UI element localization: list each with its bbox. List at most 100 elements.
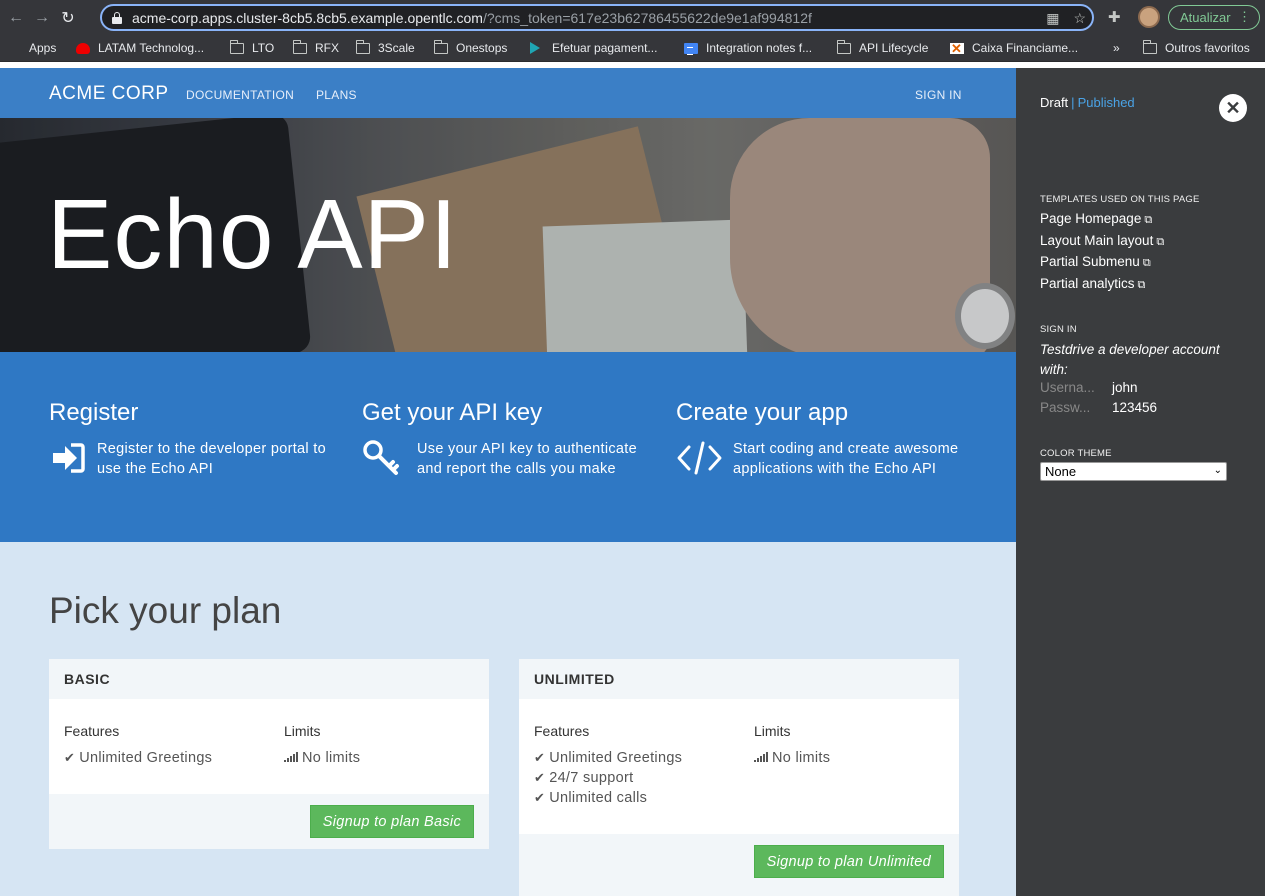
feature-item: ✔ Unlimited Greetings [64, 750, 213, 766]
step-text: Use your API key to authenticate and rep… [417, 441, 637, 477]
bookmarks-more-button[interactable]: » [1113, 41, 1120, 55]
external-link-icon: ⧉ [1156, 236, 1165, 248]
features-label: Features [534, 723, 590, 739]
update-button[interactable]: Atualizar ⋮ [1168, 5, 1260, 30]
site-navbar: ACME CORP DOCUMENTATION PLANS SIGN IN [0, 68, 1016, 118]
folder-icon [355, 39, 370, 54]
doc-icon [684, 42, 698, 55]
redhat-icon [76, 42, 90, 54]
published-link[interactable]: Published [1078, 95, 1135, 110]
external-link-icon: ⧉ [1137, 279, 1146, 291]
step-text: Start coding and create awesome applicat… [733, 441, 959, 477]
bookmark-caixa[interactable]: Caixa Financiame... [950, 41, 1079, 57]
more-label: » [1113, 41, 1120, 55]
bookmark-api-lifecycle[interactable]: API Lifecycle [836, 39, 929, 55]
folder-icon [292, 39, 307, 54]
bookmark-label: Caixa Financiame... [972, 41, 1079, 55]
template-link-main-layout[interactable]: Layout Main layout ⧉ [1040, 233, 1164, 249]
bookmark-lto[interactable]: LTO [229, 39, 274, 55]
color-theme-heading: COLOR THEME [1040, 448, 1112, 459]
getting-started-steps: Register Register to the developer porta… [0, 352, 1016, 542]
username-label: Userna... [1040, 380, 1095, 395]
reload-icon[interactable]: ↻ [57, 7, 79, 29]
step-register: Register Register to the developer porta… [49, 399, 339, 479]
developer-portal-page: ACME CORP DOCUMENTATION PLANS SIGN IN Ec… [0, 68, 1016, 896]
bookmarks-bar: Apps LATAM Technolog... LTO RFX 3Scale O… [0, 35, 1265, 62]
address-bar[interactable]: acme-corp.apps.cluster-8cb5.8cb5.example… [100, 4, 1094, 31]
bookmark-3scale[interactable]: 3Scale [355, 39, 415, 55]
bookmark-label: Onestops [456, 41, 508, 55]
folder-icon [229, 39, 244, 54]
template-link-analytics[interactable]: Partial analytics ⧉ [1040, 276, 1145, 292]
url-query: /?cms_token=617e23b62786455622de9e1af994… [482, 9, 812, 26]
templates-heading: TEMPLATES USED ON THIS PAGE [1040, 194, 1200, 205]
sign-in-icon [53, 443, 85, 473]
nav-link-documentation[interactable]: DOCUMENTATION [186, 88, 294, 102]
limits-label: Limits [284, 723, 321, 739]
bookmark-label: 3Scale [378, 41, 415, 55]
extensions-puzzle-icon[interactable]: ✚ [1108, 8, 1121, 26]
check-icon: ✔ [534, 790, 546, 805]
chevron-down-icon: ⌄ [1213, 465, 1222, 476]
color-theme-select[interactable]: None ⌄ [1040, 462, 1227, 481]
back-arrow-icon[interactable]: ← [5, 7, 27, 29]
more-vert-icon[interactable]: ⋮ [1238, 9, 1251, 25]
play-icon [530, 42, 544, 54]
signal-bars-icon [284, 752, 298, 762]
step-create-app: Create your app Start coding and create … [676, 399, 966, 479]
external-link-icon: ⧉ [1142, 257, 1151, 269]
url-host: acme-corp.apps.cluster-8cb5.8cb5.example… [132, 9, 483, 26]
password-row: Passw... 123456 [1040, 400, 1157, 415]
qr-code-icon[interactable]: ▦ [1046, 10, 1059, 27]
bookmark-latam[interactable]: LATAM Technolog... [76, 41, 204, 55]
caixa-icon [950, 41, 964, 57]
plan-card-basic: BASIC Features Limits ✔ Unlimited Greetin… [49, 659, 489, 849]
bookmark-label: Outros favoritos [1165, 41, 1250, 55]
draft-link[interactable]: Draft [1040, 95, 1068, 110]
step-title: Create your app [676, 399, 849, 426]
plan-name: BASIC [49, 659, 489, 699]
bookmark-efetuar[interactable]: Efetuar pagament... [530, 41, 657, 55]
feature-item: ✔ Unlimited Greetings [534, 750, 683, 766]
bookmark-onestops[interactable]: Onestops [433, 39, 508, 55]
bookmark-label: LATAM Technolog... [98, 41, 205, 55]
draft-published-toggle: Draft | Published [1040, 95, 1135, 110]
plan-footer: Signup to plan Unlimited [519, 834, 959, 896]
bookmark-label: Integration notes f... [706, 41, 813, 55]
bookmark-label: API Lifecycle [859, 41, 929, 55]
bookmark-other-favorites[interactable]: Outros favoritos [1142, 39, 1250, 55]
url-text: acme-corp.apps.cluster-8cb5.8cb5.example… [132, 10, 812, 26]
bookmark-rfx[interactable]: RFX [292, 39, 339, 55]
update-label: Atualizar [1180, 10, 1231, 25]
forward-arrow-icon[interactable]: → [31, 7, 53, 29]
plan-footer: Signup to plan Basic [49, 794, 489, 849]
browser-toolbar: ← → ↻ acme-corp.apps.cluster-8cb5.8cb5.e… [0, 0, 1265, 35]
signal-bars-icon [754, 752, 768, 762]
password-value: 123456 [1112, 400, 1158, 415]
nav-link-plans[interactable]: PLANS [316, 88, 357, 102]
step-api-key: Get your API key Use your API key to aut… [362, 399, 652, 479]
bookmark-star-icon[interactable]: ☆ [1073, 10, 1086, 27]
plans-heading: Pick your plan [49, 590, 282, 631]
profile-avatar[interactable] [1138, 6, 1160, 28]
bookmark-integration[interactable]: Integration notes f... [684, 41, 812, 55]
bookmark-apps[interactable]: Apps [7, 41, 56, 55]
step-title: Register [49, 399, 139, 426]
template-link-homepage[interactable]: Page Homepage ⧉ [1040, 211, 1152, 227]
hero-title: Echo API [47, 179, 459, 289]
username-row: Userna... john [1040, 380, 1138, 395]
close-panel-button[interactable]: ✕ [1219, 94, 1247, 122]
brand-logo[interactable]: ACME CORP [49, 83, 169, 105]
folder-icon [836, 39, 851, 54]
plan-card-unlimited: UNLIMITED Features Limits ✔ Unlimited Gre… [519, 659, 959, 896]
check-icon: ✔ [64, 750, 76, 765]
lock-icon [112, 11, 122, 24]
code-icon [677, 441, 722, 475]
folder-icon [1142, 39, 1157, 54]
check-icon: ✔ [534, 750, 546, 765]
signup-basic-button[interactable]: Signup to plan Basic [309, 805, 474, 838]
signup-unlimited-button[interactable]: Signup to plan Unlimited [753, 845, 944, 878]
nav-link-sign-in[interactable]: SIGN IN [915, 88, 962, 102]
template-link-submenu[interactable]: Partial Submenu ⧉ [1040, 254, 1151, 270]
feature-item: ✔ 24/7 support [534, 770, 634, 786]
